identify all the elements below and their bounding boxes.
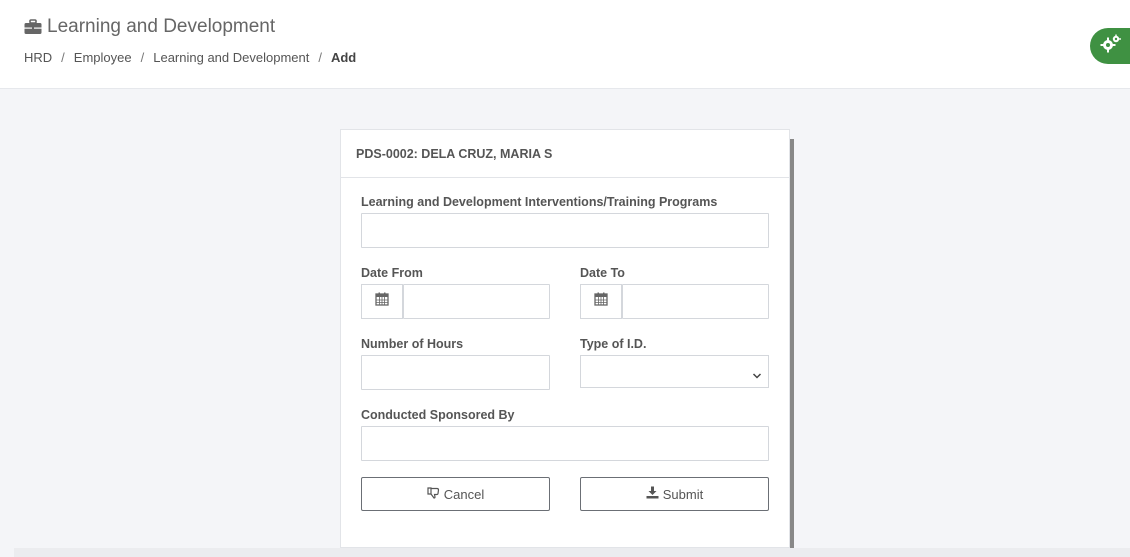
footer-strip [14,548,1130,557]
calendar-icon [594,292,608,311]
sponsored-by-label: Conducted Sponsored By [361,408,515,422]
date-from-input[interactable] [403,284,550,319]
page-header: Learning and Development HRD / Employee … [0,0,1130,89]
breadcrumb-current: Add [330,50,357,65]
submit-button-label: Submit [662,486,704,502]
chevron-down-icon [752,367,762,385]
breadcrumb-separator: / [140,50,145,65]
number-of-hours-label: Number of Hours [361,337,464,351]
submit-button[interactable]: Submit [580,477,769,511]
date-from-label: Date From [361,266,423,280]
breadcrumb-separator: / [318,50,322,65]
breadcrumb-separator: / [61,50,65,65]
briefcase-icon [24,19,42,35]
training-program-label: Learning and Development Interventions/T… [361,195,718,209]
thumbs-down-icon [427,486,444,502]
breadcrumb-learning-and-development[interactable]: Learning and Development [153,50,309,65]
type-of-id-select[interactable] [580,355,769,388]
type-of-id-label: Type of I.D. [580,337,647,351]
training-form-card: PDS-0002: DELA CRUZ, MARIA S Learning an… [340,129,790,548]
cancel-button-label: Cancel [443,486,485,502]
cancel-button[interactable]: Cancel [361,477,550,511]
card-title: PDS-0002: DELA CRUZ, MARIA S [341,130,789,178]
title-row: Learning and Development [24,16,275,38]
breadcrumb-employee[interactable]: Employee [74,50,132,65]
breadcrumb-hrd[interactable]: HRD [24,50,52,65]
sponsored-by-input[interactable] [361,426,769,461]
date-from-calendar-addon[interactable] [361,284,403,319]
breadcrumb: HRD / Employee / Learning and Developmen… [24,50,356,65]
calendar-icon [375,292,389,311]
date-to-label: Date To [580,266,625,280]
gears-icon [1100,34,1122,59]
settings-button[interactable] [1090,28,1130,64]
download-icon [646,486,663,502]
training-program-input[interactable] [361,213,769,248]
page-title: Learning and Development [47,16,276,37]
date-to-calendar-addon[interactable] [580,284,622,319]
number-of-hours-input[interactable] [361,355,550,390]
date-to-input[interactable] [622,284,769,319]
